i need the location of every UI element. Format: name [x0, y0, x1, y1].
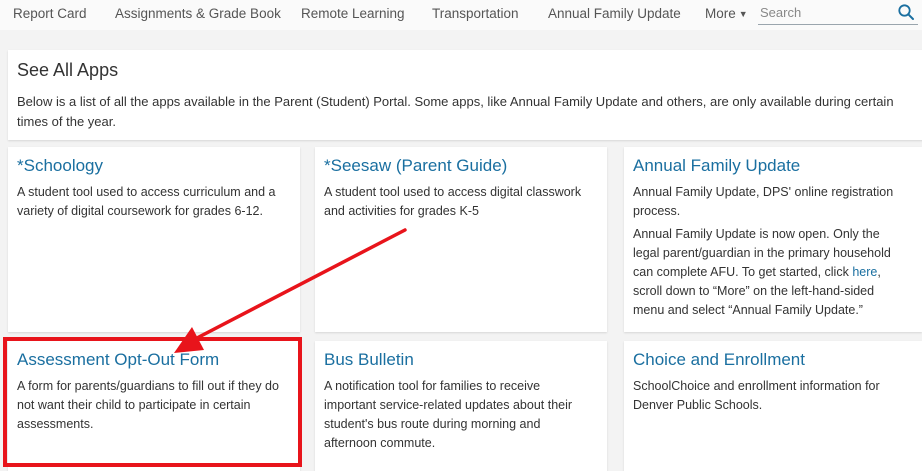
desc-line: student's bus route during morning and — [324, 417, 541, 431]
nav-more-label: More — [705, 6, 736, 21]
highlight-box — [3, 337, 302, 467]
desc-line: and activities for grades K-5 — [324, 204, 479, 218]
caret-down-icon: ▼ — [738, 9, 748, 19]
desc-line: important service-related updates about … — [324, 398, 573, 412]
desc-line: A student tool used to access curriculum… — [17, 185, 276, 199]
page-description: Below is a list of all the apps availabl… — [17, 94, 894, 129]
app-title-schoology[interactable]: *Schoology — [17, 156, 103, 176]
desc-line: SchoolChoice and enrollment information … — [633, 379, 880, 393]
page-title: See All Apps — [17, 60, 119, 80]
desc-line: can complete AFU. To get started, click … — [633, 263, 891, 282]
search-box — [758, 2, 918, 25]
app-description: Annual Family Update, DPS' online regist… — [633, 183, 893, 221]
nav-transportation[interactable]: Transportation — [432, 6, 519, 21]
see-all-apps-panel: See All Apps Below is a list of all the … — [8, 50, 922, 140]
app-card-choice-enrollment: Choice and Enrollment SchoolChoice and e… — [624, 341, 922, 471]
nav-more-dropdown[interactable]: More ▼ — [705, 6, 748, 21]
desc-line: afternoon commute. — [324, 436, 436, 450]
app-notice: Annual Family Update is now open. Only t… — [633, 225, 891, 320]
nav-report-card[interactable]: Report Card — [13, 6, 87, 21]
app-title-annual-family-update[interactable]: Annual Family Update — [633, 156, 800, 176]
desc-line: process. — [633, 204, 681, 218]
nav-annual-family-update[interactable]: Annual Family Update — [548, 6, 681, 21]
app-description: SchoolChoice and enrollment information … — [633, 377, 880, 415]
desc-line: menu and select “Annual Family Update.” — [633, 303, 863, 317]
nav-assignments-grade-book[interactable]: Assignments & Grade Book — [115, 6, 281, 21]
desc-line: A student tool used to access digital cl… — [324, 185, 582, 199]
app-card-annual-family-update: Annual Family Update Annual Family Updat… — [624, 147, 922, 332]
app-card-schoology: *Schoology A student tool used to access… — [8, 147, 300, 332]
top-nav: Report Card Assignments & Grade Book Rem… — [0, 0, 922, 30]
search-input[interactable] — [760, 3, 890, 21]
nav-remote-learning[interactable]: Remote Learning — [301, 6, 405, 21]
desc-line: legal parent/guardian in the primary hou… — [633, 246, 891, 260]
app-description: A notification tool for families to rece… — [324, 377, 572, 453]
desc-line: Annual Family Update is now open. Only t… — [633, 227, 880, 241]
app-title-seesaw[interactable]: *Seesaw (Parent Guide) — [324, 156, 507, 176]
app-title-choice-enrollment[interactable]: Choice and Enrollment — [633, 350, 805, 370]
desc-text: can complete AFU. To get started, click — [633, 265, 853, 279]
desc-line: scroll down to “More” on the left-hand-s… — [633, 284, 875, 298]
app-description: A student tool used to access curriculum… — [17, 183, 275, 221]
app-title-bus-bulletin[interactable]: Bus Bulletin — [324, 350, 414, 370]
desc-line: Annual Family Update, DPS' online regist… — [633, 185, 894, 199]
app-description: A student tool used to access digital cl… — [324, 183, 581, 221]
here-link[interactable]: here — [852, 265, 877, 279]
desc-text: , — [877, 265, 881, 279]
search-icon[interactable] — [897, 3, 915, 21]
desc-line: A notification tool for families to rece… — [324, 379, 541, 393]
app-card-seesaw: *Seesaw (Parent Guide) A student tool us… — [315, 147, 607, 332]
app-card-bus-bulletin: Bus Bulletin A notification tool for fam… — [315, 341, 607, 471]
desc-line: variety of digital coursework for grades… — [17, 204, 263, 218]
desc-line: Denver Public Schools. — [633, 398, 763, 412]
